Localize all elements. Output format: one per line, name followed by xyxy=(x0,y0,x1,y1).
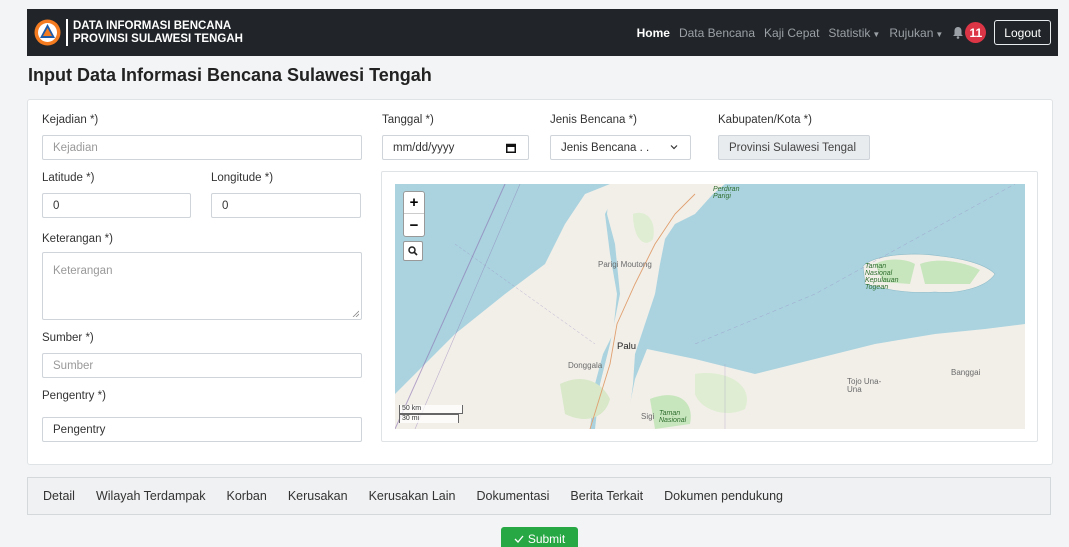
kejadian-label: Kejadian *) xyxy=(42,114,99,126)
submit-label: Submit xyxy=(527,532,566,546)
jenis-bencana-label: Jenis Bencana *) xyxy=(550,114,637,126)
brand-title[interactable]: DATA INFORMASI BENCANA PROVINSI SULAWESI… xyxy=(73,20,243,45)
chevron-down-icon xyxy=(670,145,678,150)
sumber-input[interactable]: Sumber xyxy=(42,353,362,378)
tanggal-label: Tanggal *) xyxy=(382,114,434,126)
kabupaten-label: Kabupaten/Kota *) xyxy=(718,114,812,126)
tab-dokumen-pendukung[interactable]: Dokumen pendukung xyxy=(664,489,783,503)
logout-button[interactable]: Logout xyxy=(994,20,1051,45)
navbar: DATA INFORMASI BENCANA PROVINSI SULAWESI… xyxy=(27,9,1058,56)
map-label-taman-nasional: Taman Nasional xyxy=(659,410,687,424)
caret-down-icon: ▼ xyxy=(872,29,881,39)
nav-statistik-dropdown[interactable]: Statistik ▼ xyxy=(828,26,880,40)
map-label-parigi-moutong: Parigi Moutong xyxy=(598,260,652,269)
tab-wilayah-terdampak[interactable]: Wilayah Terdampak xyxy=(96,489,206,503)
pengentry-input[interactable]: Pengentry xyxy=(42,417,362,442)
jenis-bencana-selected: Jenis Bencana . . xyxy=(561,141,650,154)
nav-rujukan-label: Rujukan xyxy=(889,25,934,40)
sumber-label: Sumber *) xyxy=(42,332,94,344)
tanggal-placeholder: mm/dd/yyyy xyxy=(393,141,455,154)
map-label-perdiran-parigi: Perdiran Parigi xyxy=(713,186,740,200)
latitude-label: Latitude *) xyxy=(42,172,95,184)
nav-home[interactable]: Home xyxy=(637,26,670,40)
brand-line-1: DATA INFORMASI BENCANA xyxy=(73,20,232,32)
kejadian-input[interactable]: Kejadian xyxy=(42,135,362,160)
longitude-input[interactable]: 0 xyxy=(211,193,361,218)
latitude-input[interactable]: 0 xyxy=(42,193,191,218)
calendar-icon[interactable] xyxy=(506,143,516,153)
zoom-control: + − xyxy=(403,191,425,237)
detail-tabs: Detail Wilayah Terdampak Korban Kerusaka… xyxy=(27,477,1051,515)
nav-rujukan-dropdown[interactable]: Rujukan ▼ xyxy=(889,26,943,40)
keterangan-placeholder: Keterangan xyxy=(53,265,113,277)
tab-detail[interactable]: Detail xyxy=(43,489,75,503)
zoom-in-button[interactable]: + xyxy=(404,192,424,214)
tab-kerusakan-lain[interactable]: Kerusakan Lain xyxy=(369,489,456,503)
longitude-label: Longitude *) xyxy=(211,172,274,184)
page-title: Input Data Informasi Bencana Sulawesi Te… xyxy=(28,65,432,85)
tab-kerusakan[interactable]: Kerusakan xyxy=(288,489,348,503)
scale-km: 50 km xyxy=(399,405,463,414)
map-tiles xyxy=(395,184,1025,429)
brand-line-2: PROVINSI SULAWESI TENGAH xyxy=(73,32,243,45)
form-card: Kejadian *) Kejadian Tanggal *) mm/dd/yy… xyxy=(27,99,1053,465)
nav-statistik-label: Statistik xyxy=(828,25,871,40)
map-view[interactable]: + − Palu Parigi Moutong Donggala Sigi To… xyxy=(395,184,1025,429)
map-panel: + − Palu Parigi Moutong Donggala Sigi To… xyxy=(381,171,1038,442)
keterangan-label: Keterangan *) xyxy=(42,233,113,245)
bell-icon xyxy=(953,27,964,39)
nav-data-bencana[interactable]: Data Bencana xyxy=(679,26,755,40)
resize-grip-icon[interactable] xyxy=(352,310,359,317)
keterangan-textarea[interactable]: Keterangan xyxy=(42,252,362,320)
zoom-out-button[interactable]: − xyxy=(404,214,424,236)
tab-korban[interactable]: Korban xyxy=(227,489,267,503)
bnpb-logo-icon xyxy=(34,19,61,46)
map-search-button[interactable] xyxy=(403,241,423,261)
notification-button[interactable]: 11 xyxy=(952,22,987,43)
submit-button[interactable]: Submit xyxy=(501,527,578,547)
nav-links: Home Data Bencana Kaji Cepat Statistik ▼ … xyxy=(637,9,1058,56)
nav-kaji-cepat[interactable]: Kaji Cepat xyxy=(764,26,819,40)
tab-dokumentasi[interactable]: Dokumentasi xyxy=(476,489,549,503)
tab-berita-terkait[interactable]: Berita Terkait xyxy=(570,489,643,503)
jenis-bencana-select[interactable]: Jenis Bencana . . xyxy=(550,135,691,160)
map-scale: 50 km 30 mi xyxy=(399,405,463,423)
caret-down-icon: ▼ xyxy=(935,29,944,39)
map-label-taman-nasional-togean: Taman Nasional Kepulauan Togean xyxy=(865,263,899,291)
brand-divider xyxy=(66,19,68,46)
kabupaten-button[interactable]: Provinsi Sulawesi Tengal xyxy=(718,135,870,160)
search-icon xyxy=(408,246,418,256)
pengentry-label: Pengentry *) xyxy=(42,390,106,402)
check-icon xyxy=(514,535,524,543)
scale-mi: 30 mi xyxy=(399,414,459,423)
map-label-sigi: Sigi xyxy=(641,412,655,421)
tanggal-input[interactable]: mm/dd/yyyy xyxy=(382,135,529,160)
map-label-palu: Palu xyxy=(617,341,637,352)
map-label-donggala: Donggala xyxy=(568,361,603,370)
notification-badge: 11 xyxy=(965,22,987,43)
map-label-tojo-una-una: Tojo Una-Una xyxy=(847,377,882,394)
map-label-banggai: Banggai xyxy=(951,368,981,377)
